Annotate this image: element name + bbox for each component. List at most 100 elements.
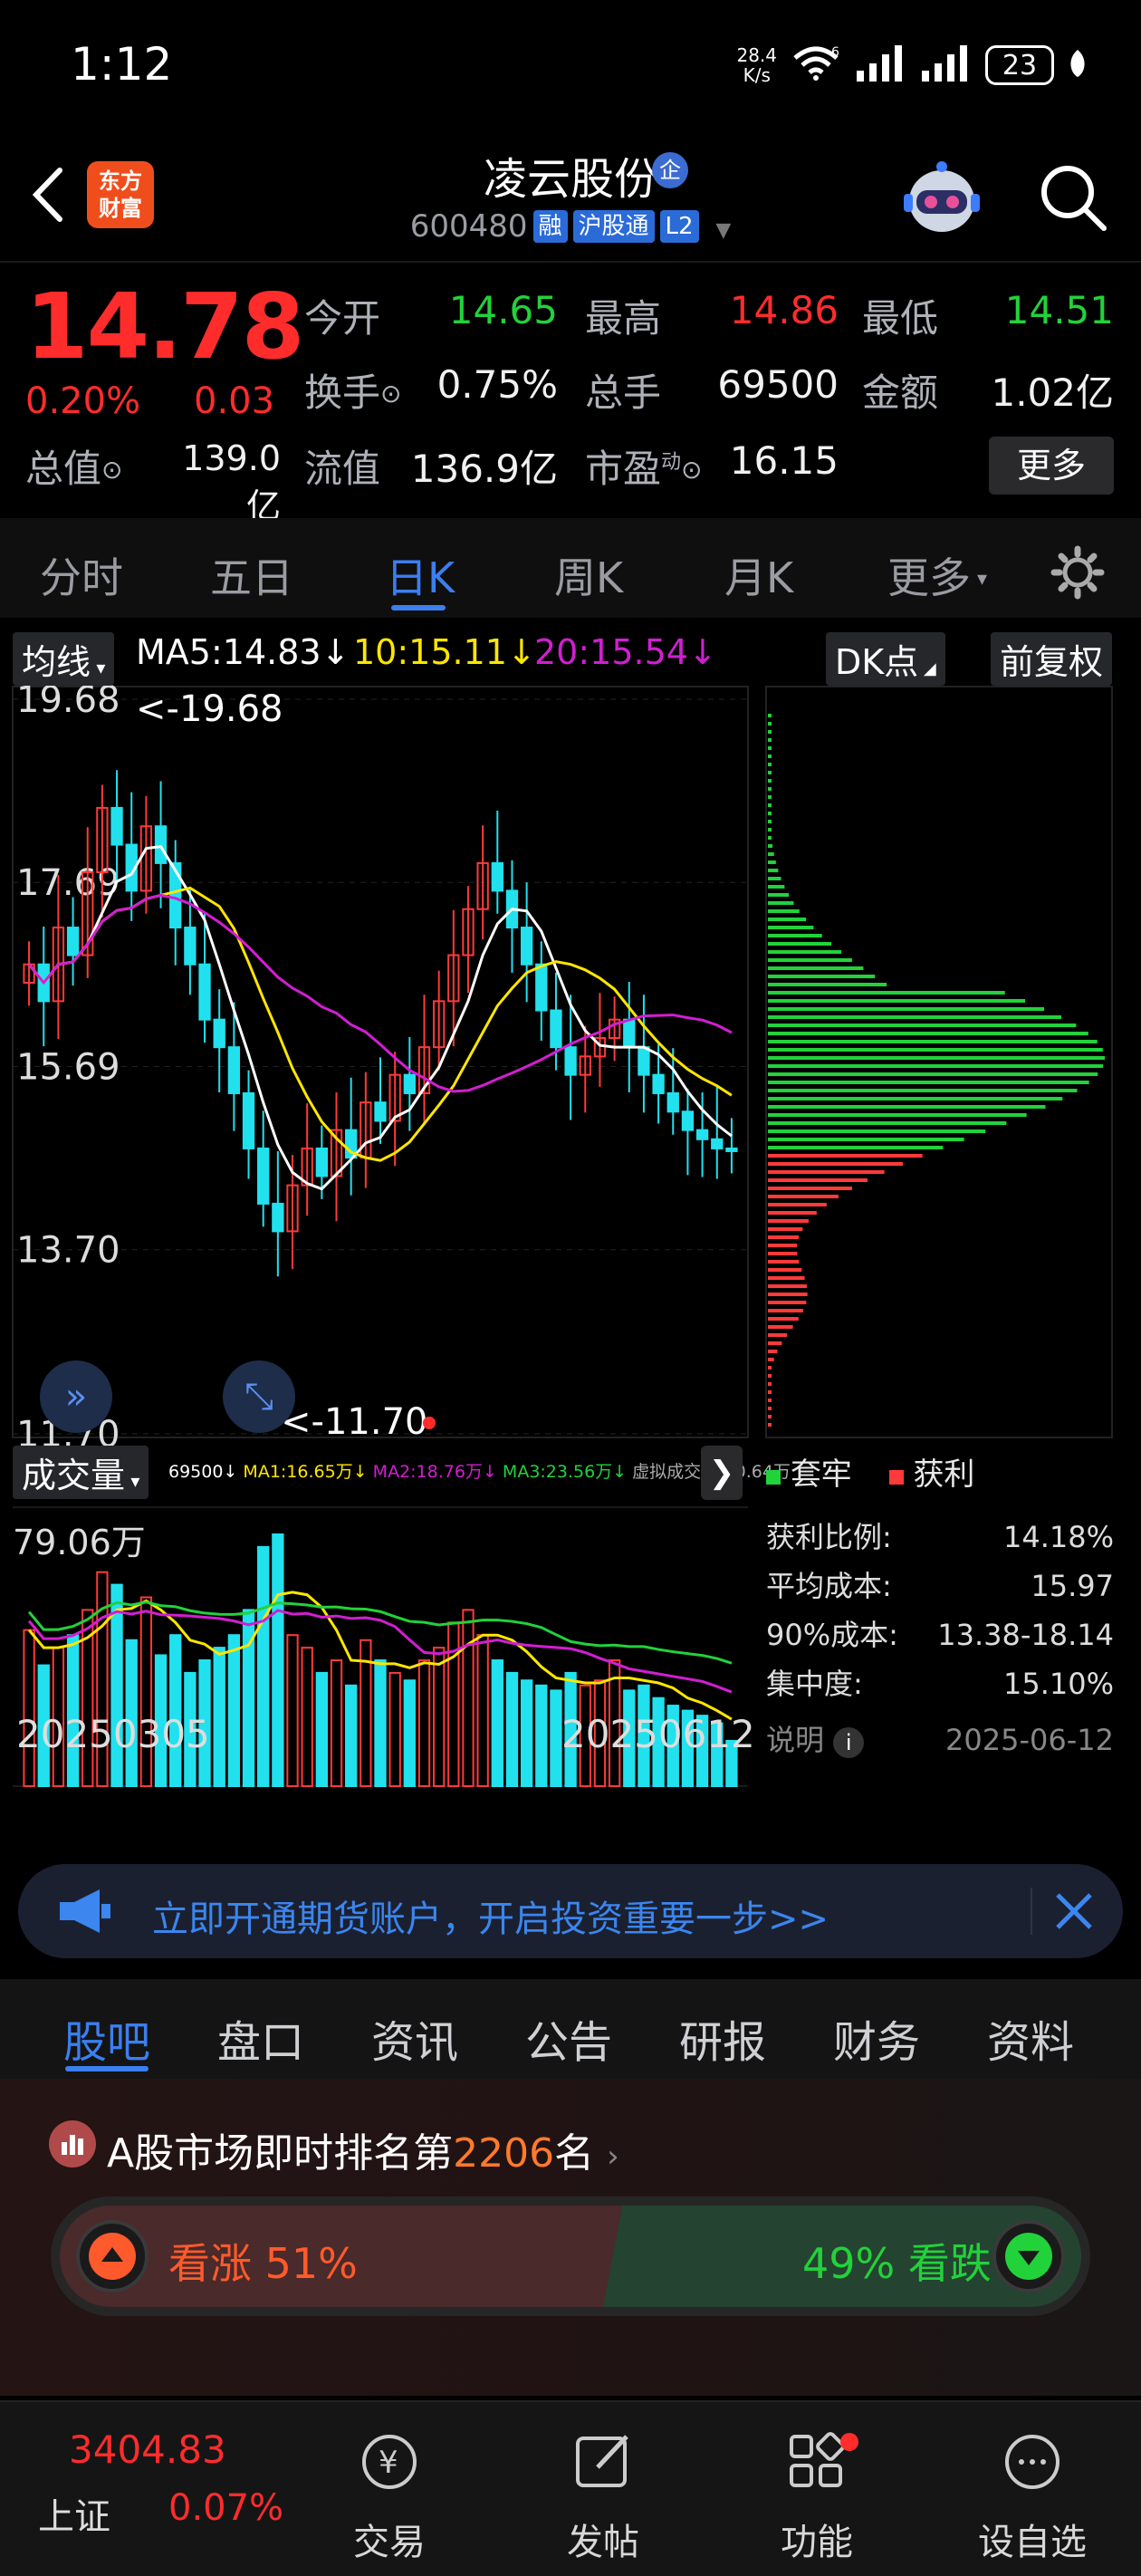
fullscreen-button[interactable]: ⤡ bbox=[223, 1360, 295, 1433]
chevron-right-icon: ❯ bbox=[708, 1455, 735, 1491]
volume-bar bbox=[462, 1609, 475, 1788]
adjust-button[interactable]: 前复权 bbox=[991, 632, 1113, 686]
rank-text[interactable]: A股市场即时排名第2206名 › bbox=[107, 2120, 619, 2178]
index-value[interactable]: 3404.83 bbox=[69, 2427, 226, 2472]
chip-bar bbox=[768, 877, 781, 880]
chip-bar bbox=[768, 1187, 852, 1190]
tab-weekly-k[interactable]: 周K bbox=[554, 545, 623, 605]
svg-text:¥: ¥ bbox=[379, 2445, 398, 2481]
index-pct: 0.07% bbox=[168, 2487, 284, 2529]
chip-bar bbox=[768, 1399, 772, 1402]
candle-body bbox=[520, 927, 533, 966]
index-name: 上证 bbox=[38, 2496, 110, 2538]
close-banner-button[interactable] bbox=[1050, 1888, 1098, 1938]
fast-forward-button[interactable]: » bbox=[40, 1360, 112, 1433]
volume-bar bbox=[447, 1621, 460, 1788]
nav-trade[interactable]: ¥ 交易 bbox=[326, 2429, 453, 2565]
tab-intraday[interactable]: 分时 bbox=[40, 545, 123, 605]
candle-body bbox=[257, 1147, 270, 1205]
ma-selector[interactable]: 均线 ▾ bbox=[13, 632, 115, 686]
volume-bar bbox=[520, 1679, 533, 1787]
enterprise-badge: 企 bbox=[652, 152, 688, 188]
info-icon: ⊙ bbox=[101, 455, 123, 485]
chip-bar bbox=[768, 1317, 799, 1321]
content-tabs: 股吧 盘口 资讯 公告 研报 财务 资料 bbox=[0, 1979, 1141, 2079]
ma10-label: 10:15.11↓ bbox=[353, 632, 536, 672]
chip-bar bbox=[768, 820, 772, 823]
chip-bar bbox=[768, 1032, 1088, 1035]
volume-bar bbox=[388, 1671, 401, 1788]
legend-profit: 获利 bbox=[913, 1456, 975, 1493]
chip-bar bbox=[768, 1423, 772, 1427]
high-value: 14.86 bbox=[729, 288, 839, 332]
last-price: 14.78 bbox=[25, 274, 304, 380]
notification-dot bbox=[840, 2433, 858, 2451]
low-marker: <-11.70 bbox=[281, 1401, 427, 1443]
volume-label: 总手 bbox=[585, 370, 662, 415]
tab-guba[interactable]: 股吧 bbox=[63, 2006, 150, 2070]
chip-bar bbox=[768, 918, 807, 921]
dk-point-button[interactable]: DK点 ◢ bbox=[826, 632, 945, 686]
open-label: 今开 bbox=[304, 296, 381, 341]
candle-body bbox=[725, 1147, 738, 1152]
chip-bar bbox=[768, 1162, 903, 1166]
nav-watchlist[interactable]: 设自选 bbox=[969, 2429, 1096, 2565]
bear-button[interactable] bbox=[992, 2220, 1065, 2292]
tab-news[interactable]: 资讯 bbox=[371, 2006, 458, 2070]
search-button[interactable] bbox=[1037, 161, 1109, 234]
chip-bar bbox=[768, 1333, 788, 1337]
change-amount: 0.03 bbox=[194, 380, 275, 422]
chip-frame bbox=[765, 686, 1113, 1438]
chip-bar bbox=[768, 1415, 772, 1418]
candle-body bbox=[491, 861, 503, 892]
candle-body bbox=[242, 1091, 255, 1149]
chip-bar bbox=[768, 1081, 1089, 1084]
kline-chart-area[interactable]: 19.68 17.69 15.69 13.70 11.70 <-19.68 <-11.70 … bbox=[0, 618, 1141, 1804]
tab-monthly-k[interactable]: 月K bbox=[724, 545, 793, 605]
chip-bar bbox=[768, 966, 864, 970]
chip-bar bbox=[768, 746, 772, 750]
tab-announcements[interactable]: 公告 bbox=[525, 2006, 612, 2070]
chip-bar bbox=[768, 926, 814, 929]
tab-pankou[interactable]: 盘口 bbox=[217, 2006, 304, 2070]
tab-more[interactable]: 更多 ▾ bbox=[887, 545, 987, 605]
settings-button[interactable] bbox=[1050, 545, 1105, 603]
tab-finance[interactable]: 财务 bbox=[833, 2006, 920, 2070]
chip-bar bbox=[768, 1341, 782, 1345]
bottom-nav: 3404.83 上证 0.07% ¥ 交易 发帖 功能 设自选 bbox=[0, 2400, 1141, 2576]
tag-connect: 沪股通 bbox=[572, 210, 655, 243]
more-dots-icon bbox=[1005, 2435, 1060, 2489]
chip-bar bbox=[768, 1146, 944, 1149]
chip-stat-row: 获利比例: 14.18% bbox=[766, 1520, 1114, 1554]
candle-body bbox=[695, 1129, 709, 1140]
candle-body bbox=[535, 963, 548, 1012]
tab-five-day[interactable]: 五日 bbox=[210, 545, 293, 605]
tab-research[interactable]: 研报 bbox=[679, 2006, 766, 2070]
volume-bar bbox=[286, 1634, 299, 1787]
bull-button[interactable] bbox=[76, 2220, 149, 2292]
chip-note-row[interactable]: 说明 i 2025-06-12 bbox=[766, 1716, 1114, 1764]
volume-bar bbox=[272, 1533, 284, 1787]
vol-ma3: MA3:23.56万 bbox=[502, 1462, 613, 1482]
more-button[interactable]: 更多 bbox=[989, 437, 1114, 495]
chip-bar bbox=[768, 1024, 1077, 1027]
leaf-icon bbox=[1069, 48, 1087, 82]
active-tab-indicator bbox=[65, 2066, 149, 2071]
tab-profile[interactable]: 资料 bbox=[987, 2006, 1074, 2070]
futures-banner[interactable]: 立即开通期货账户，开启投资重要一步>> bbox=[18, 1864, 1123, 1958]
chip-bar bbox=[768, 1407, 772, 1410]
chip-bar bbox=[768, 1097, 1063, 1101]
chip-bar bbox=[768, 1154, 923, 1158]
nav-post[interactable]: 发帖 bbox=[540, 2429, 666, 2565]
start-date-label: 20250305 bbox=[16, 1712, 210, 1756]
battery-icon: 23 bbox=[985, 45, 1054, 85]
chip-bar bbox=[768, 722, 772, 726]
nav-functions[interactable]: 功能 bbox=[753, 2429, 880, 2565]
volume-selector[interactable]: 成交量 ▾ bbox=[13, 1446, 149, 1499]
candle-body bbox=[272, 1202, 284, 1233]
robot-assistant-icon[interactable] bbox=[896, 154, 987, 245]
tab-daily-k[interactable]: 日K bbox=[386, 545, 455, 605]
expand-panel-button[interactable]: ❯ bbox=[701, 1446, 743, 1500]
volume-bar bbox=[345, 1684, 358, 1788]
chip-bar bbox=[768, 1064, 1104, 1068]
